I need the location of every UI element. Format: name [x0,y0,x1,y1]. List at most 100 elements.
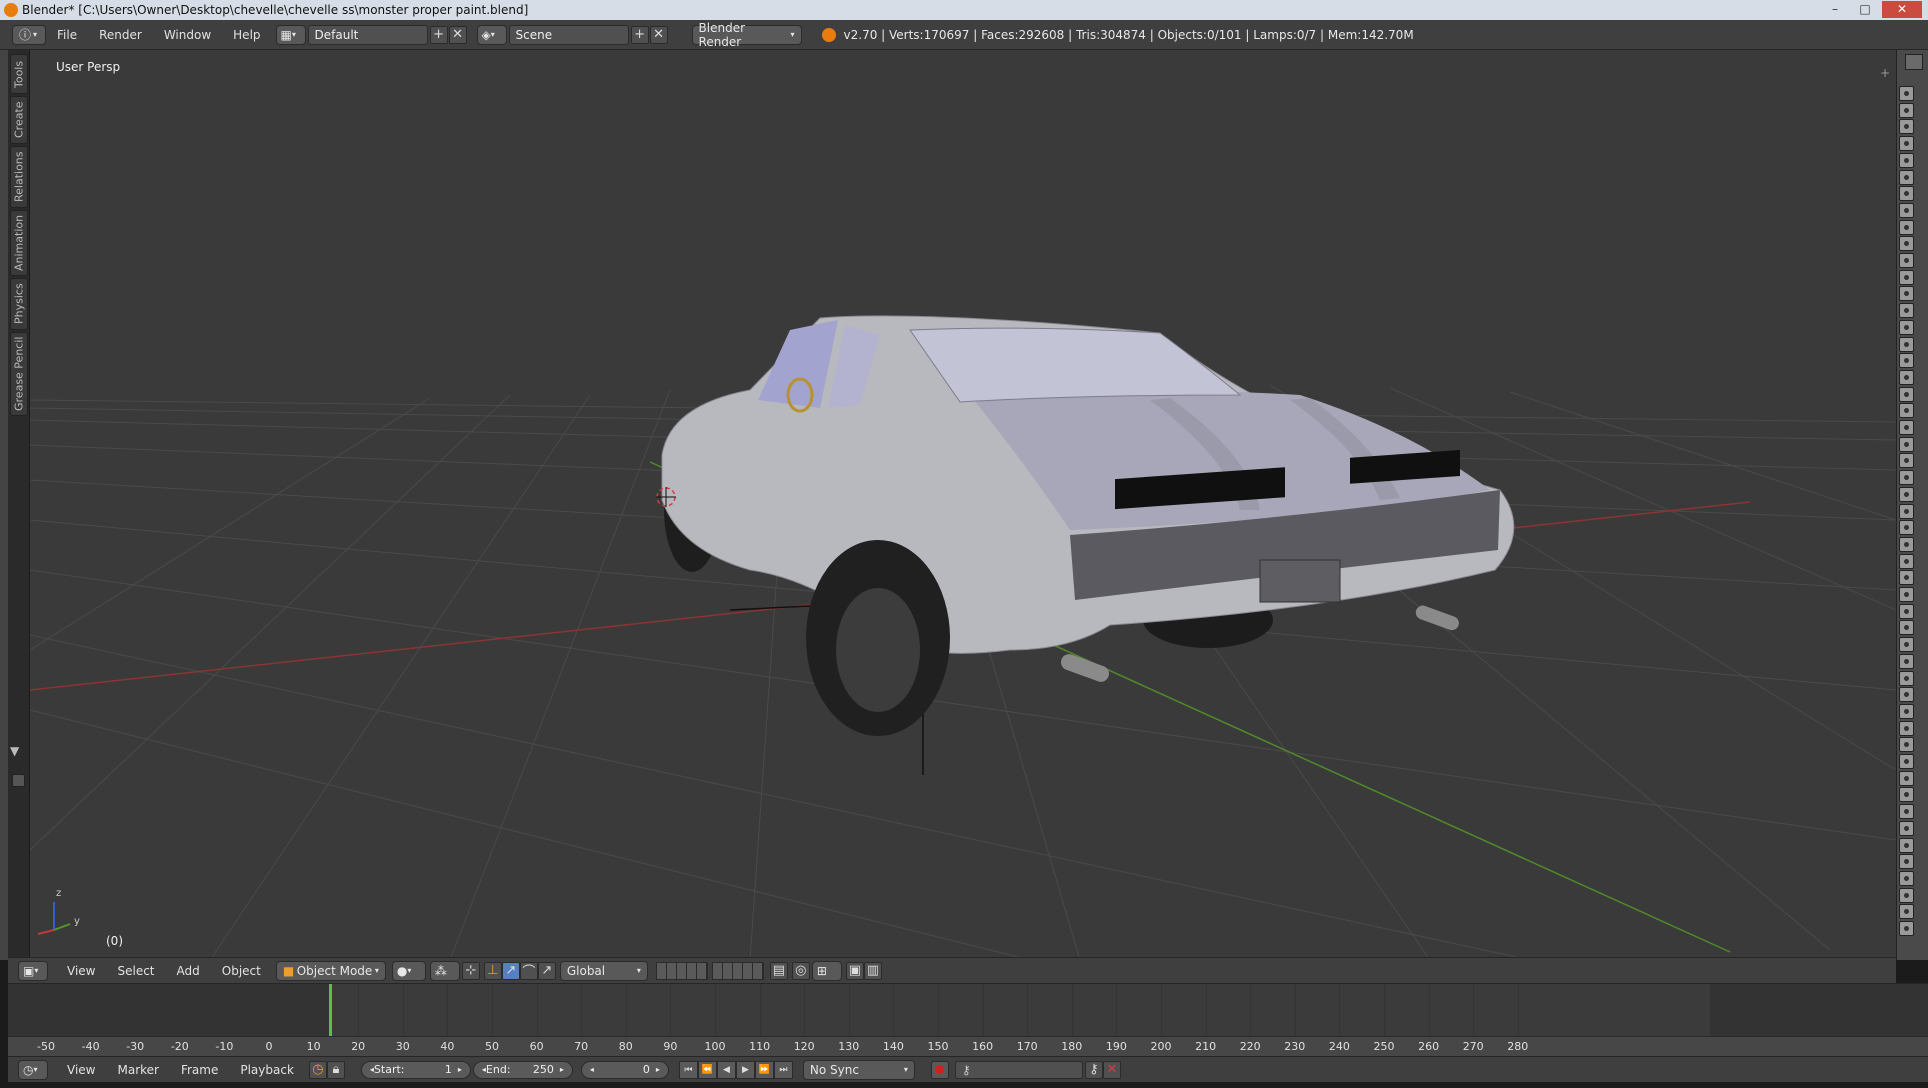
editor-type-button[interactable]: ▣ ▾ [18,960,48,981]
visibility-eye-icon[interactable] [1899,754,1914,769]
manipulator-toggle[interactable]: ⊹ [461,961,480,980]
play-reverse-button[interactable]: ◀ [716,1060,736,1079]
visibility-eye-icon[interactable] [1899,102,1914,118]
visibility-eye-icon[interactable] [1899,820,1914,836]
insert-keyframe-button[interactable]: ⚷ [1084,1060,1103,1079]
visibility-eye-icon[interactable] [1899,202,1914,218]
layer-buttons[interactable] [655,961,708,980]
close-button[interactable]: ✕ [1882,1,1922,18]
remove-layout-button[interactable]: ✕ [448,25,467,44]
editor-type-button[interactable]: ◷ ▾ [18,1059,48,1080]
visibility-eye-icon[interactable] [1899,420,1914,435]
current-frame-indicator[interactable] [329,984,332,1036]
maximize-button[interactable]: □ [1852,1,1878,18]
jump-end-button[interactable]: ⏭ [773,1060,793,1079]
pivot-point-dropdown[interactable]: ⁂ [429,960,460,981]
delete-keyframe-button[interactable]: ✕ [1102,1060,1121,1079]
visibility-eye-icon[interactable] [1899,570,1914,586]
keying-set-field[interactable]: ⚷ [954,1060,1083,1079]
jump-keyframe-back-button[interactable]: ⏪ [697,1060,717,1079]
jump-keyframe-forward-button[interactable]: ⏩ [754,1060,774,1079]
mode-dropdown[interactable]: ■ Object Mode ▾ [275,960,386,981]
translate-manipulator[interactable]: ⊥ [483,961,502,980]
menu-add[interactable]: Add [166,958,211,984]
visibility-eye-icon[interactable] [1899,336,1914,352]
visibility-eye-icon[interactable] [1899,86,1914,101]
visibility-eye-icon[interactable] [1899,269,1914,285]
remove-scene-button[interactable]: ✕ [649,25,668,44]
menu-window[interactable]: Window [153,20,222,50]
visibility-eye-icon[interactable] [1899,136,1914,152]
proportional-edit-button[interactable]: ◎ [791,961,810,980]
tab-physics[interactable]: Physics [10,278,28,330]
visibility-eye-icon[interactable] [1899,503,1914,519]
visibility-eye-icon[interactable] [1899,670,1914,686]
tab-relations[interactable]: Relations [10,146,28,208]
menu-view[interactable]: View [56,958,106,984]
visibility-eye-icon[interactable] [1899,653,1914,669]
menu-marker[interactable]: Marker [106,1057,169,1083]
visibility-eye-icon[interactable] [1899,236,1914,252]
visibility-eye-icon[interactable] [1899,286,1914,302]
snap-element-dropdown[interactable]: ⊞ [811,960,842,981]
timeline-editor[interactable]: -50 -40 -30 -20 -10 0 10 20 30 40 50 60 70 80 90 100 110… [8,983,1928,1058]
visibility-eye-icon[interactable] [1899,637,1914,653]
visibility-eye-icon[interactable] [1899,536,1914,552]
visibility-eye-icon[interactable] [1899,720,1914,736]
visibility-eye-icon[interactable] [1899,520,1914,536]
menu-frame[interactable]: Frame [170,1057,229,1083]
add-layout-button[interactable]: + [429,25,448,44]
visibility-eye-icon[interactable] [1899,319,1914,335]
add-scene-button[interactable]: + [630,25,649,44]
visibility-eye-icon[interactable] [1899,436,1914,452]
menu-view[interactable]: View [56,1057,106,1083]
visibility-eye-icon[interactable] [1899,219,1914,235]
lock-time-cursor-button[interactable]: 🔒︎ [326,1060,345,1079]
visibility-eye-icon[interactable] [1899,369,1914,385]
visibility-eye-icon[interactable] [1899,553,1914,569]
scene-selector[interactable]: ◈ ▾ [476,24,507,45]
sync-mode-dropdown[interactable]: No Sync ▾ [802,1059,915,1080]
menu-select[interactable]: Select [106,958,165,984]
menu-render[interactable]: Render [88,20,153,50]
visibility-eye-icon[interactable] [1899,737,1914,753]
visibility-eye-icon[interactable] [1899,603,1914,619]
add-region-plus-icon[interactable]: + [1880,66,1890,80]
visibility-eye-icon[interactable] [1899,169,1914,185]
visibility-eye-icon[interactable] [1899,904,1914,920]
visibility-eye-icon[interactable] [1899,152,1914,168]
visibility-eye-icon[interactable] [1899,787,1914,803]
visibility-eye-icon[interactable] [1899,119,1914,135]
visibility-eye-icon[interactable] [1899,887,1914,903]
menu-help[interactable]: Help [222,20,271,50]
rotate-manipulator[interactable]: ↗ [501,961,520,980]
jump-start-button[interactable]: ⏮ [678,1060,698,1079]
visibility-eye-icon[interactable] [1899,253,1914,268]
layer-buttons-2[interactable] [711,961,764,980]
viewport-shading-dropdown[interactable]: ● ▾ [391,960,426,981]
visibility-eye-icon[interactable] [1899,921,1914,936]
visibility-eye-icon[interactable] [1899,854,1914,870]
visibility-eye-icon[interactable] [1899,386,1914,402]
play-button[interactable]: ▶ [735,1060,755,1079]
visibility-eye-icon[interactable] [1899,620,1914,636]
visibility-eye-icon[interactable] [1899,303,1914,319]
visibility-eye-icon[interactable] [1899,403,1914,419]
visibility-eye-icon[interactable] [1899,186,1914,202]
layout-name-field[interactable]: Default [307,24,428,45]
visibility-eye-icon[interactable] [1899,486,1914,502]
minimize-button[interactable]: – [1822,1,1848,18]
visibility-eye-icon[interactable] [1899,770,1914,786]
outliner-header-icon[interactable] [1905,54,1923,70]
tab-create[interactable]: Create [10,96,28,144]
end-frame-field[interactable]: ◂ End: 250 ▸ [472,1060,573,1079]
manipulator-extra[interactable]: ↗ [537,961,556,980]
menu-file[interactable]: File [46,20,88,50]
visibility-eye-icon[interactable] [1899,587,1914,602]
menu-playback[interactable]: Playback [229,1057,305,1083]
3d-viewport[interactable]: User Persp z y (0) + [30,50,1896,960]
visibility-eye-icon[interactable] [1899,870,1914,886]
preview-range-toggle[interactable]: ◷ [308,1060,327,1079]
orientation-dropdown[interactable]: Global ▾ [559,960,648,981]
checkbox-toggle[interactable] [12,774,25,787]
